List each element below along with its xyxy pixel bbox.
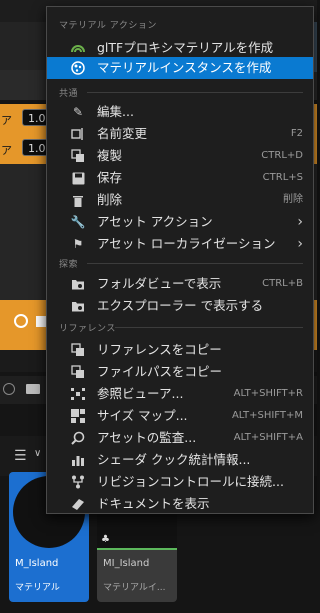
menu-item-label: シェーダ クック統計情報... <box>97 452 251 467</box>
menu-item-show-documentation[interactable]: ドキュメントを表示 <box>47 493 313 515</box>
section-header-material-action: マテリアル アクション <box>59 21 157 31</box>
menu-item-asset-actions[interactable]: 🔧 アセット アクション › <box>47 211 313 233</box>
copy-icon <box>71 343 85 357</box>
menu-item-label: glTFプロキシマテリアルを作成 <box>97 40 274 55</box>
material-instance-icon <box>71 61 85 75</box>
menu-item-create-gltf-proxy[interactable]: glTFプロキシマテリアルを作成 <box>47 37 313 59</box>
magnifier-icon <box>71 431 85 445</box>
menu-item-label: アセットの監査... <box>97 430 197 445</box>
menu-item-label: アセット アクション <box>97 214 213 229</box>
shortcut-label: ALT+SHIFT+R <box>233 388 303 399</box>
menu-item-label: リファレンスをコピー <box>97 342 222 357</box>
shortcut-label: CTRL+S <box>262 172 303 183</box>
section-divider <box>115 327 303 328</box>
menu-item-show-in-folder[interactable]: フォルダビューで表示 CTRL+B <box>47 273 313 295</box>
section-header-references: リファレンス <box>59 324 116 334</box>
menu-item-copy-file-path[interactable]: ファイルパスをコピー <box>47 361 313 383</box>
shortcut-label: CTRL+B <box>262 278 303 289</box>
filter-icon[interactable]: ☰ <box>14 448 27 464</box>
section-header-common: 共通 <box>59 89 79 99</box>
asset-type: マテリアルイ... <box>103 583 166 593</box>
menu-item-reference-viewer[interactable]: 参照ビューア... ALT+SHIFT+R <box>47 383 313 405</box>
menu-item-show-in-explorer[interactable]: エクスプローラー で表示する <box>47 295 313 317</box>
save-icon <box>71 171 85 185</box>
duplicate-icon <box>71 149 85 163</box>
menu-item-label: サイズ マップ... <box>97 408 188 423</box>
asset-name: MI_Island <box>103 558 150 569</box>
shortcut-label: ALT+SHIFT+A <box>233 432 303 443</box>
menu-item-shader-cook-stats[interactable]: シェーダ クック統計情報... <box>47 449 313 471</box>
section-divider <box>87 263 303 264</box>
shortcut-label: ALT+SHIFT+M <box>231 410 303 421</box>
menu-item-asset-localization[interactable]: ⚑ アセット ローカライゼーション › <box>47 233 313 255</box>
shortcut-label: CTRL+D <box>261 150 303 161</box>
menu-item-save[interactable]: 保存 CTRL+S <box>47 167 313 189</box>
menu-item-delete[interactable]: 削除 削除 <box>47 189 313 211</box>
folder-icon[interactable] <box>26 384 40 394</box>
asset-name: M_Island <box>15 558 59 569</box>
section-header-explore: 探索 <box>59 260 79 270</box>
gltf-icon <box>71 41 85 55</box>
param-label: ア <box>1 144 12 157</box>
pencil-icon: ✎ <box>72 105 84 119</box>
menu-item-create-material-instance[interactable]: マテリアルインスタンスを作成 <box>47 57 313 79</box>
size-map-icon <box>71 409 85 423</box>
stats-icon <box>71 453 85 467</box>
menu-item-label: アセット ローカライゼーション <box>97 236 276 251</box>
menu-item-label: フォルダビューで表示 <box>97 276 222 291</box>
chevron-right-icon: › <box>297 214 303 230</box>
shortcut-label: F2 <box>290 128 303 139</box>
source-control-icon <box>71 475 85 489</box>
wrench-icon: 🔧 <box>70 215 86 229</box>
menu-item-duplicate[interactable]: 複製 CTRL+D <box>47 145 313 167</box>
documentation-icon <box>71 497 85 511</box>
menu-item-edit[interactable]: ✎ 編集... <box>47 101 313 123</box>
flag-icon: ⚑ <box>72 237 84 251</box>
menu-item-audit-assets[interactable]: アセットの監査... ALT+SHIFT+A <box>47 427 313 449</box>
menu-item-size-map[interactable]: サイズ マップ... ALT+SHIFT+M <box>47 405 313 427</box>
menu-item-label: エクスプローラー で表示する <box>97 298 264 313</box>
menu-item-label: ドキュメントを表示 <box>97 496 210 511</box>
reference-graph-icon <box>71 387 85 401</box>
shortcut-label: 削除 <box>283 194 303 205</box>
history-icon[interactable] <box>3 383 15 395</box>
menu-item-label: 参照ビューア... <box>97 386 184 401</box>
menu-item-label: 名前変更 <box>97 126 148 141</box>
menu-item-rename[interactable]: 名前変更 F2 <box>47 123 313 145</box>
asset-type: マテリアル <box>15 583 60 593</box>
context-menu: マテリアル アクション glTFプロキシマテリアルを作成 マテリアルインスタンス… <box>46 6 314 514</box>
menu-item-label: 削除 <box>97 192 123 207</box>
menu-item-label: マテリアルインスタンスを作成 <box>97 60 272 75</box>
trash-icon <box>71 193 85 207</box>
chevron-right-icon: › <box>297 236 303 252</box>
menu-item-source-control[interactable]: リビジョンコントロールに接続... <box>47 471 313 493</box>
menu-item-label: リビジョンコントロールに接続... <box>97 474 284 489</box>
menu-item-label: 保存 <box>97 170 123 185</box>
section-divider <box>87 92 303 93</box>
folder-search-icon <box>71 277 85 291</box>
menu-item-label: 編集... <box>97 104 134 119</box>
param-label: ア <box>1 114 12 127</box>
menu-item-label: ファイルパスをコピー <box>97 364 223 379</box>
copy-icon <box>71 365 85 379</box>
menu-item-copy-reference[interactable]: リファレンスをコピー <box>47 339 313 361</box>
rename-icon <box>71 127 85 141</box>
folder-search-icon <box>71 299 85 313</box>
refresh-icon[interactable] <box>14 314 28 328</box>
menu-item-label: 複製 <box>97 148 123 163</box>
chevron-down-icon[interactable]: ∨ <box>34 448 41 459</box>
instance-icon: ♣ <box>101 534 110 545</box>
